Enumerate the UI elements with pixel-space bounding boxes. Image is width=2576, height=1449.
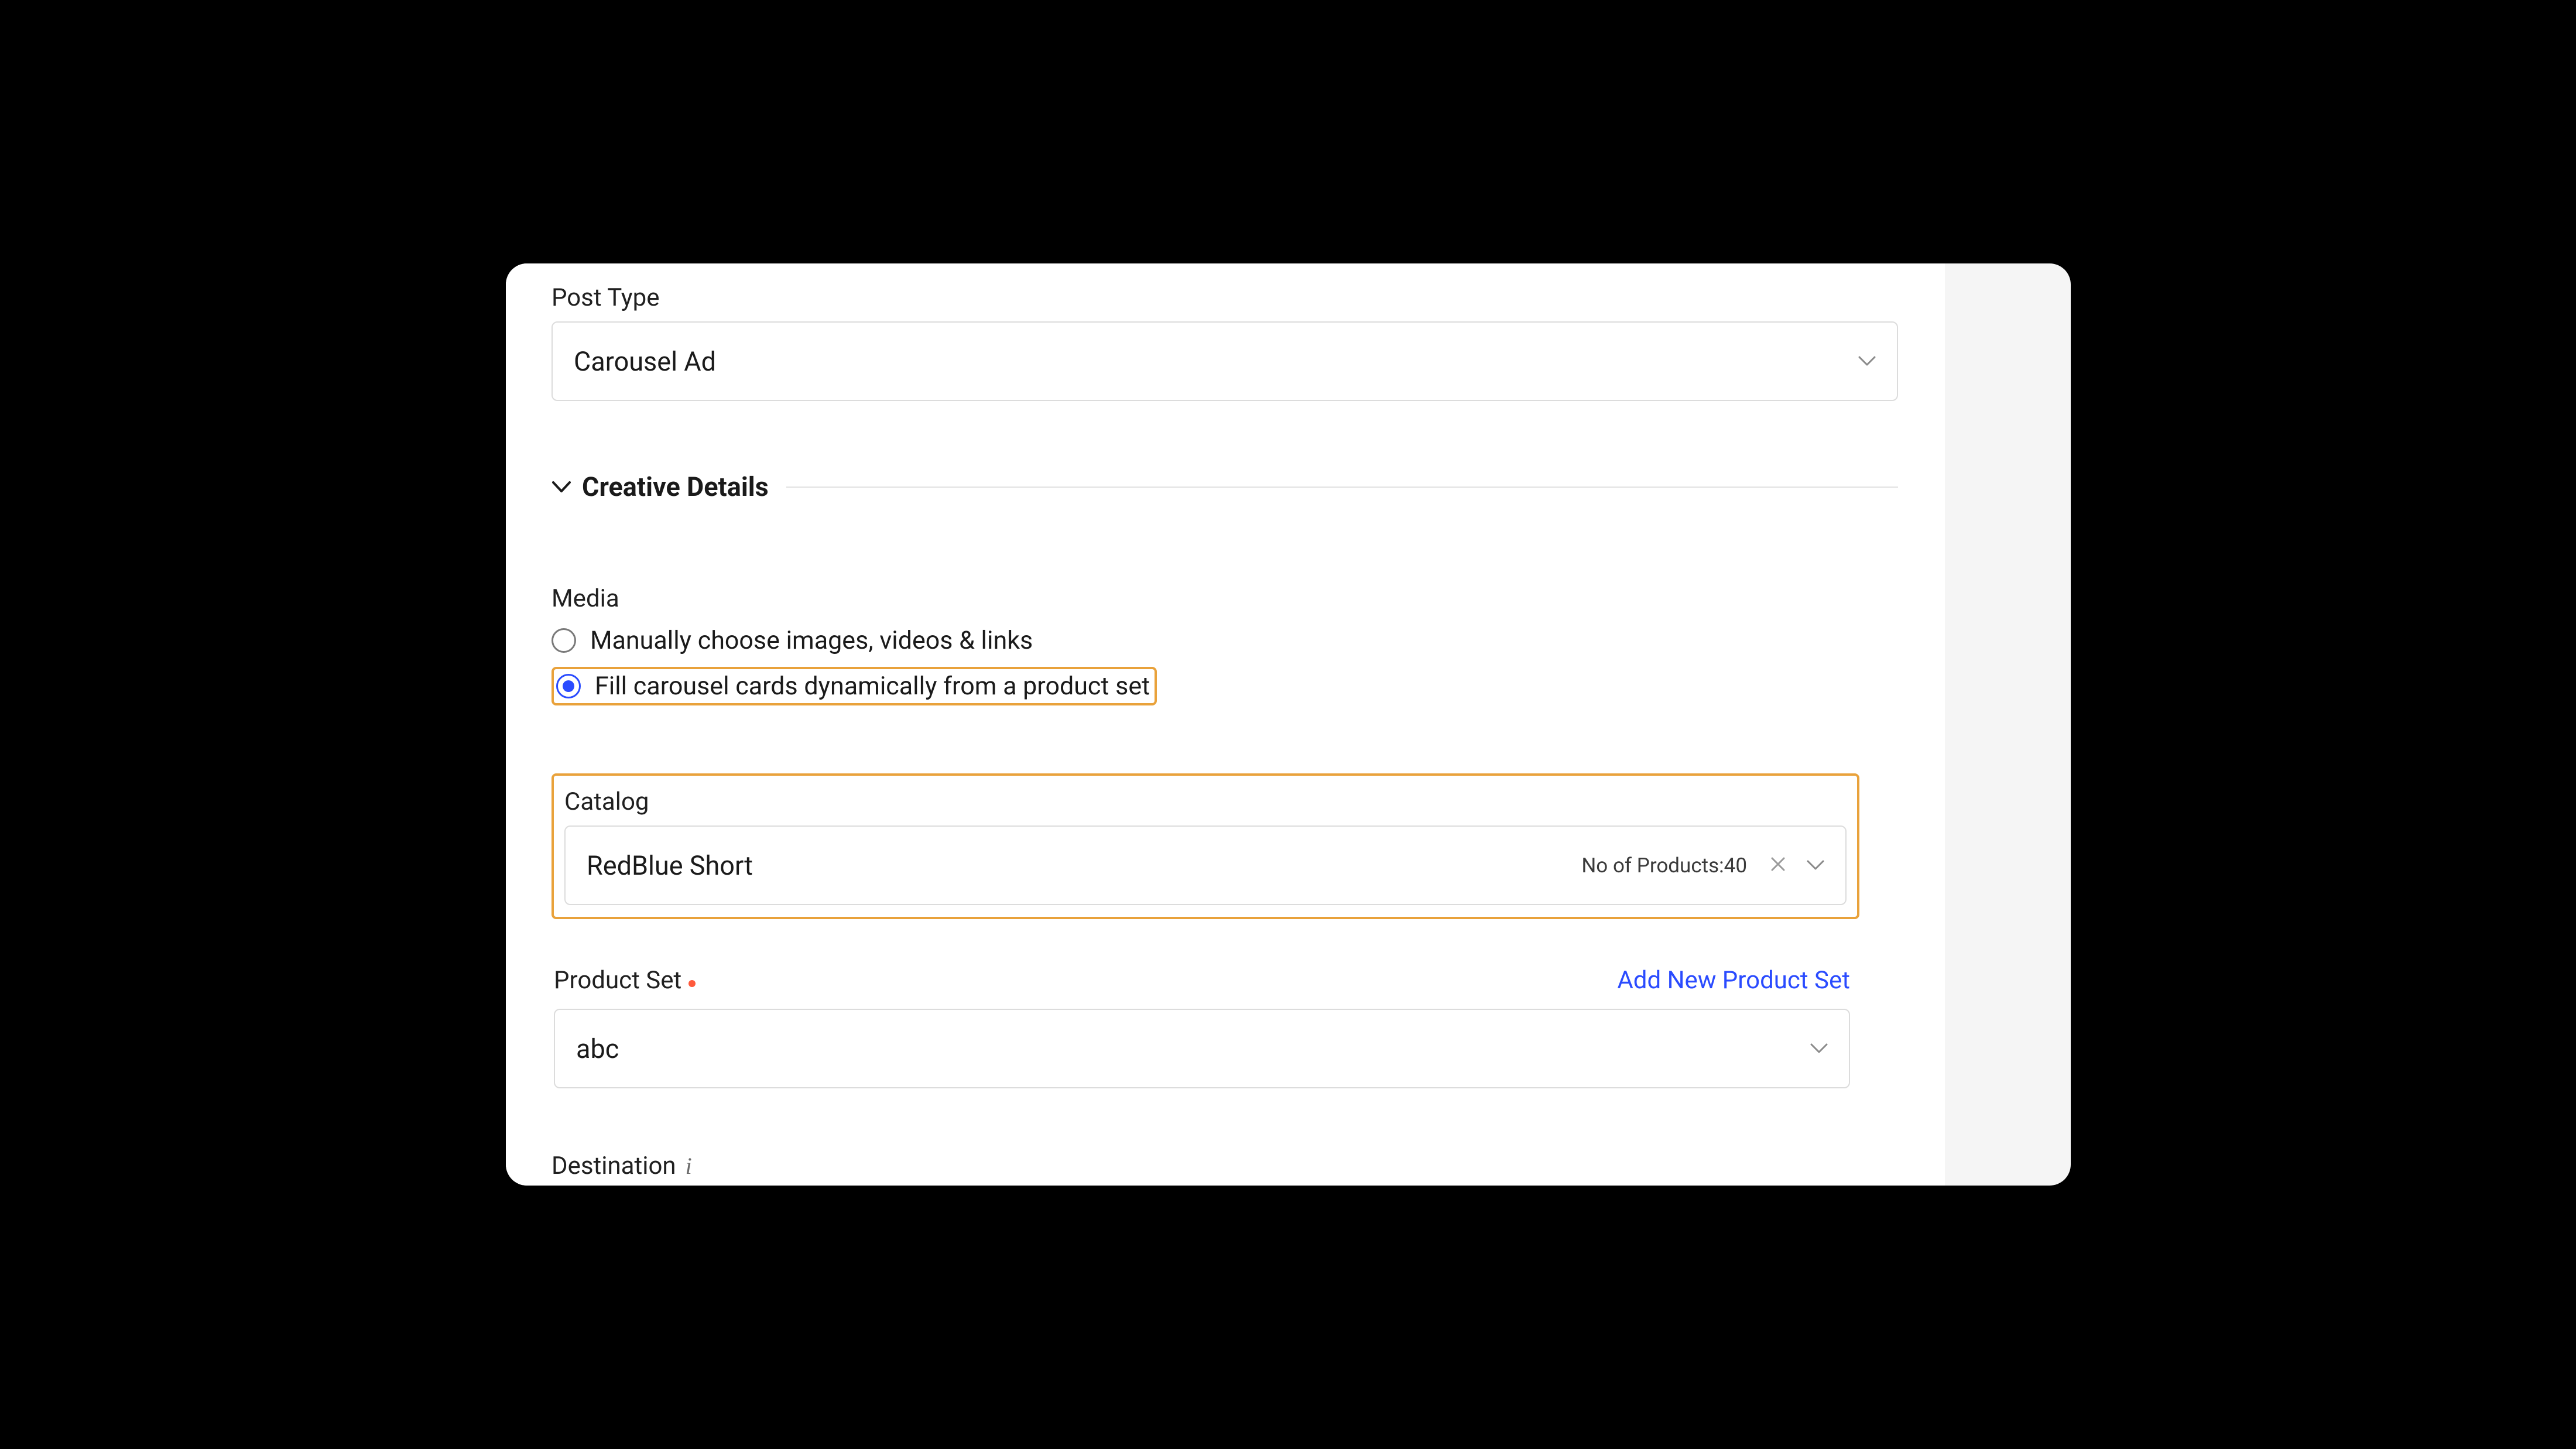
catalog-highlight: Catalog RedBlue Short No of Products:40 — [551, 773, 1859, 919]
catalog-label: Catalog — [564, 787, 1847, 816]
radio-selected-icon — [556, 674, 581, 698]
catalog-product-count-label: No of Products: — [1581, 854, 1724, 878]
content-area: Post Type Carousel Ad Creative Details M… — [506, 263, 1945, 1186]
catalog-select[interactable]: RedBlue Short No of Products:40 — [564, 825, 1847, 905]
info-icon[interactable]: i — [686, 1152, 692, 1180]
product-set-value: abc — [576, 1033, 619, 1064]
media-option-dynamic-highlight: Fill carousel cards dynamically from a p… — [551, 667, 1157, 705]
post-type-label: Post Type — [551, 283, 1898, 312]
catalog-value: RedBlue Short — [587, 850, 1581, 881]
destination-label: Destination — [551, 1152, 676, 1180]
form-card: Post Type Carousel Ad Creative Details M… — [506, 263, 2071, 1186]
media-label: Media — [551, 584, 1898, 613]
radio-dot-icon — [563, 680, 574, 692]
required-indicator-icon — [688, 980, 696, 987]
section-divider — [786, 487, 1898, 488]
creative-details-section-header[interactable]: Creative Details — [551, 471, 1898, 502]
catalog-product-count: No of Products:40 — [1581, 854, 1747, 878]
media-option-dynamic[interactable]: Fill carousel cards dynamically from a p… — [556, 672, 1150, 701]
media-option-dynamic-label: Fill carousel cards dynamically from a p… — [595, 672, 1150, 701]
catalog-product-count-value: 40 — [1724, 854, 1747, 878]
add-new-product-set-link[interactable]: Add New Product Set — [1617, 966, 1850, 995]
destination-label-row: Destination i — [551, 1152, 1898, 1180]
chevron-down-icon — [1858, 356, 1876, 366]
post-type-value: Carousel Ad — [574, 346, 716, 377]
chevron-down-icon — [1807, 860, 1824, 871]
creative-details-title: Creative Details — [582, 471, 769, 502]
product-set-label-wrap: Product Set — [554, 966, 696, 995]
clear-icon[interactable] — [1770, 857, 1786, 874]
product-set-select[interactable]: abc — [554, 1009, 1850, 1088]
product-set-header: Product Set Add New Product Set — [554, 966, 1850, 995]
chevron-down-icon — [1810, 1043, 1828, 1054]
media-option-manual-label: Manually choose images, videos & links — [590, 626, 1033, 655]
radio-unselected-icon — [551, 628, 576, 653]
product-set-label: Product Set — [554, 966, 681, 995]
chevron-down-icon — [551, 481, 571, 494]
post-type-select[interactable]: Carousel Ad — [551, 321, 1898, 401]
media-option-manual[interactable]: Manually choose images, videos & links — [551, 626, 1033, 655]
